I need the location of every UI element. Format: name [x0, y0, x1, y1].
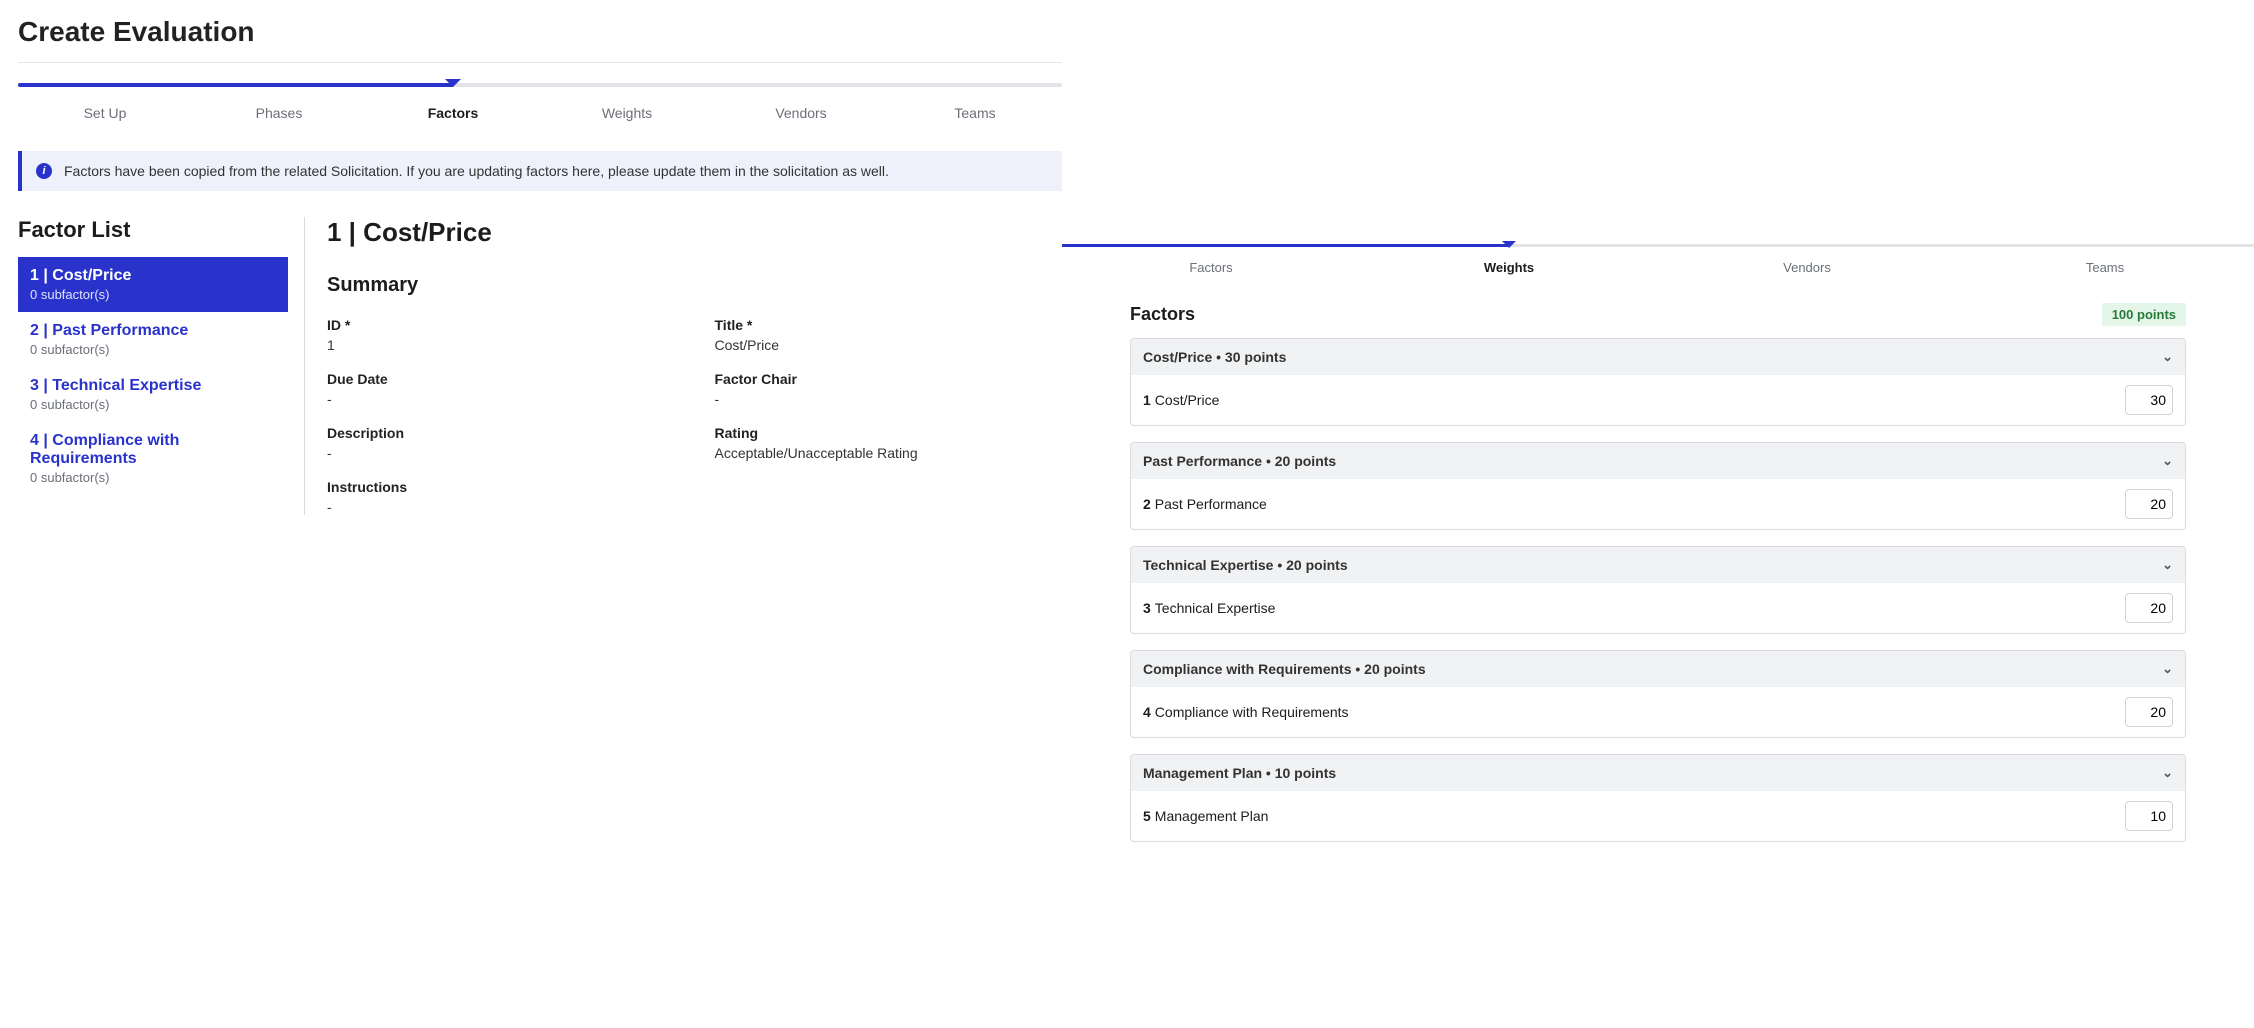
factor-list-item-title: 1 | Cost/Price — [30, 267, 276, 285]
weights-factors-title: Factors — [1130, 304, 1195, 325]
weight-group-header-label: Cost/Price • 30 points — [1143, 349, 1286, 365]
chevron-down-icon: ⌄ — [2162, 349, 2173, 365]
weight-item-label: 4Compliance with Requirements — [1143, 704, 1349, 720]
factor-list-item[interactable]: 3 | Technical Expertise 0 subfactor(s) — [18, 367, 288, 422]
weight-item-label: 5Management Plan — [1143, 808, 1268, 824]
weight-group-body: 4Compliance with Requirements — [1131, 687, 2185, 737]
factor-list-title: Factor List — [18, 217, 288, 243]
chevron-down-icon: ⌄ — [2162, 661, 2173, 677]
weight-group-header[interactable]: Cost/Price • 30 points ⌄ — [1131, 339, 2185, 375]
step-teams[interactable]: Teams — [888, 97, 1062, 129]
title-value: Cost/Price — [715, 337, 1063, 353]
weight-item-label: 2Past Performance — [1143, 496, 1267, 512]
stepper-indicator-icon — [1502, 241, 1516, 248]
weight-group: Compliance with Requirements • 20 points… — [1130, 650, 2186, 738]
weight-group-header[interactable]: Past Performance • 20 points ⌄ — [1131, 443, 2185, 479]
id-label: ID * — [327, 317, 675, 333]
factor-list-item[interactable]: 1 | Cost/Price 0 subfactor(s) — [18, 257, 288, 312]
info-banner-text: Factors have been copied from the relate… — [64, 163, 889, 179]
chevron-down-icon: ⌄ — [2162, 453, 2173, 469]
step-factors[interactable]: Factors — [366, 97, 540, 129]
weight-group-body: 2Past Performance — [1131, 479, 2185, 529]
factor-list-item-sub: 0 subfactor(s) — [30, 342, 276, 357]
step-set-up[interactable]: Set Up — [18, 97, 192, 129]
factor-list-item[interactable]: 2 | Past Performance 0 subfactor(s) — [18, 312, 288, 367]
description-label: Description — [327, 425, 675, 441]
instructions-label: Instructions — [327, 479, 1062, 495]
step-factors[interactable]: Factors — [1062, 254, 1360, 281]
factor-detail-heading: 1 | Cost/Price — [327, 217, 1062, 248]
weight-group-header-label: Technical Expertise • 20 points — [1143, 557, 1348, 573]
weight-input[interactable] — [2125, 489, 2173, 519]
step-vendors[interactable]: Vendors — [714, 97, 888, 129]
step-vendors[interactable]: Vendors — [1658, 254, 1956, 281]
info-icon: i — [36, 163, 52, 179]
divider — [18, 62, 1062, 63]
weight-group-header[interactable]: Management Plan • 10 points ⌄ — [1131, 755, 2185, 791]
id-value: 1 — [327, 337, 675, 353]
stepper-left: Set UpPhasesFactorsWeightsVendorsTeams — [18, 83, 1062, 129]
weight-group-header[interactable]: Technical Expertise • 20 points ⌄ — [1131, 547, 2185, 583]
weight-group: Past Performance • 20 points ⌄ 2Past Perfo… — [1130, 442, 2186, 530]
factor-chair-value: - — [715, 391, 1063, 407]
weight-group: Management Plan • 10 points ⌄ 5Management … — [1130, 754, 2186, 842]
weight-group-body: 1Cost/Price — [1131, 375, 2185, 425]
factor-list-item-sub: 0 subfactor(s) — [30, 470, 276, 485]
step-weights[interactable]: Weights — [1360, 254, 1658, 281]
stepper-right: FactorsWeightsVendorsTeams — [1062, 244, 2254, 281]
due-date-label: Due Date — [327, 371, 675, 387]
info-banner: i Factors have been copied from the rela… — [18, 151, 1062, 191]
factor-list-item-sub: 0 subfactor(s) — [30, 287, 276, 302]
chevron-down-icon: ⌄ — [2162, 557, 2173, 573]
weight-input[interactable] — [2125, 697, 2173, 727]
page-title: Create Evaluation — [18, 16, 1062, 48]
factor-list-item-sub: 0 subfactor(s) — [30, 397, 276, 412]
weight-group: Technical Expertise • 20 points ⌄ 3Technic… — [1130, 546, 2186, 634]
summary-heading: Summary — [327, 274, 1062, 297]
weight-group-header-label: Past Performance • 20 points — [1143, 453, 1336, 469]
instructions-value: - — [327, 499, 1062, 515]
chevron-down-icon: ⌄ — [2162, 765, 2173, 781]
step-teams[interactable]: Teams — [1956, 254, 2254, 281]
step-weights[interactable]: Weights — [540, 97, 714, 129]
total-points-badge: 100 points — [2102, 303, 2186, 326]
rating-value: Acceptable/Unacceptable Rating — [715, 445, 1063, 461]
step-phases[interactable]: Phases — [192, 97, 366, 129]
factor-list-item-title: 2 | Past Performance — [30, 322, 276, 340]
rating-label: Rating — [715, 425, 1063, 441]
factor-list-item-title: 4 | Compliance with Requirements — [30, 432, 276, 468]
weight-group: Cost/Price • 30 points ⌄ 1Cost/Price — [1130, 338, 2186, 426]
weight-group-header[interactable]: Compliance with Requirements • 20 points… — [1131, 651, 2185, 687]
weight-group-body: 5Management Plan — [1131, 791, 2185, 841]
stepper-progress — [1062, 244, 1509, 247]
description-value: - — [327, 445, 675, 461]
weight-input[interactable] — [2125, 385, 2173, 415]
factor-list-item[interactable]: 4 | Compliance with Requirements 0 subfac… — [18, 422, 288, 495]
factor-chair-label: Factor Chair — [715, 371, 1063, 387]
factor-list-item-title: 3 | Technical Expertise — [30, 377, 276, 395]
weight-input[interactable] — [2125, 801, 2173, 831]
weight-group-body: 3Technical Expertise — [1131, 583, 2185, 633]
title-label: Title * — [715, 317, 1063, 333]
weight-item-label: 3Technical Expertise — [1143, 600, 1275, 616]
weight-item-label: 1Cost/Price — [1143, 392, 1219, 408]
weight-group-header-label: Compliance with Requirements • 20 points — [1143, 661, 1426, 677]
weight-input[interactable] — [2125, 593, 2173, 623]
due-date-value: - — [327, 391, 675, 407]
weight-group-header-label: Management Plan • 10 points — [1143, 765, 1336, 781]
